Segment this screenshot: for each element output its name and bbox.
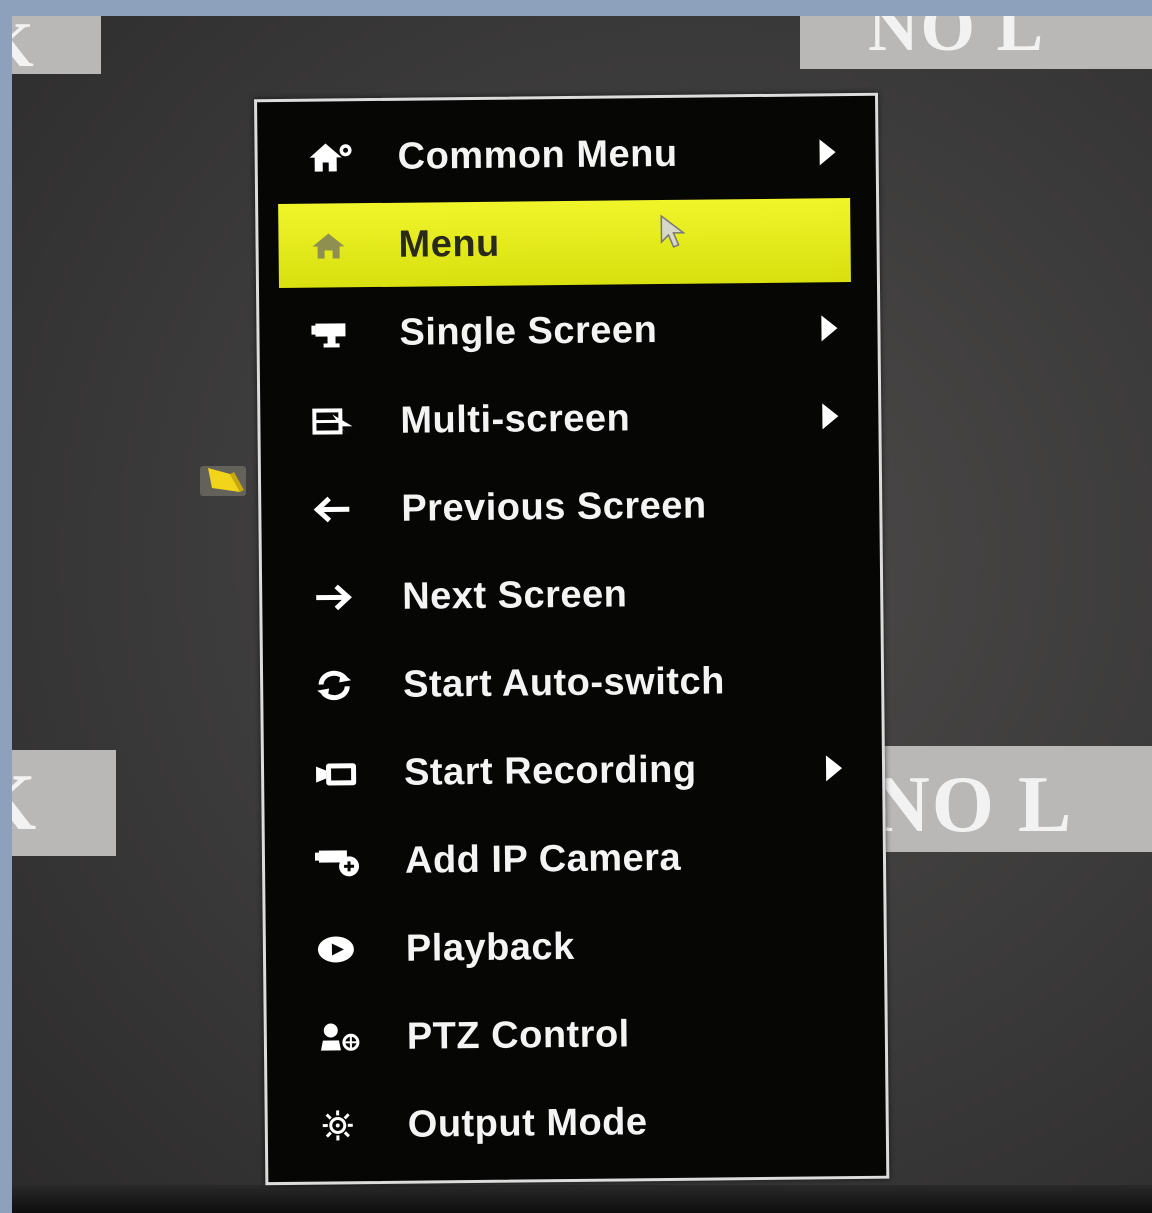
menu-item-next-screen[interactable]: Next Screen — [282, 550, 855, 640]
menu-item-common-menu[interactable]: Common Menu — [277, 110, 850, 200]
alarm-bell-icon — [200, 460, 248, 496]
submenu-arrow-icon — [821, 315, 838, 342]
menu-item-label: Next Screen — [402, 572, 628, 618]
menu-item-label: Playback — [405, 925, 575, 970]
record-icon — [314, 757, 384, 790]
no-link-tile-top-right: NO L — [800, 16, 1152, 69]
multi-screen-icon — [310, 404, 380, 439]
camera-icon — [309, 317, 379, 350]
menu-item-label: Menu — [398, 222, 500, 266]
output-mode-icon — [318, 1108, 388, 1143]
menu-item-start-auto-switch[interactable]: Start Auto-switch — [283, 638, 856, 728]
menu-item-multi-screen[interactable]: Multi-screen — [280, 374, 853, 464]
submenu-arrow-icon — [825, 755, 843, 782]
home-gear-icon — [307, 140, 377, 175]
menu-item-playback[interactable]: Playback — [285, 902, 858, 992]
menu-item-label: Add IP Camera — [404, 836, 682, 882]
ptz-icon — [317, 1020, 387, 1055]
playback-icon — [316, 933, 386, 966]
menu-item-label: Multi-screen — [400, 396, 631, 442]
cycle-icon — [313, 668, 383, 703]
menu-item-label: Output Mode — [407, 1100, 648, 1146]
menu-item-label: PTZ Control — [406, 1012, 630, 1058]
home-icon — [308, 229, 378, 262]
submenu-arrow-icon — [822, 403, 839, 430]
menu-item-label: Start Auto-switch — [402, 659, 726, 706]
no-link-tile-bottom-right: NO L — [870, 746, 1152, 852]
no-link-tile-top-left: K — [12, 16, 101, 74]
submenu-arrow-icon — [819, 139, 836, 166]
mouse-cursor-icon — [658, 214, 686, 260]
menu-item-label: Start Recording — [403, 748, 697, 794]
context-menu: Common Menu Menu Single Screen Multi-scr… — [254, 92, 890, 1186]
bottom-status-bar — [12, 1185, 1152, 1213]
menu-item-start-recording[interactable]: Start Recording — [284, 726, 857, 816]
menu-item-label: Single Screen — [399, 308, 658, 354]
menu-item-menu[interactable]: Menu — [278, 198, 851, 289]
menu-item-previous-screen[interactable]: Previous Screen — [281, 462, 854, 552]
menu-item-ptz-control[interactable]: PTZ Control — [286, 990, 859, 1080]
menu-item-add-ip-camera[interactable]: Add IP Camera — [285, 814, 858, 904]
menu-item-label: Previous Screen — [401, 484, 707, 530]
menu-item-single-screen[interactable]: Single Screen — [279, 286, 852, 376]
no-link-tile-bottom-left: K — [12, 750, 116, 856]
arrow-left-icon — [311, 494, 381, 525]
add-camera-icon — [314, 844, 385, 879]
menu-item-output-mode[interactable]: Output Mode — [287, 1078, 860, 1168]
arrow-right-icon — [312, 582, 382, 613]
menu-item-label: Common Menu — [397, 132, 678, 178]
